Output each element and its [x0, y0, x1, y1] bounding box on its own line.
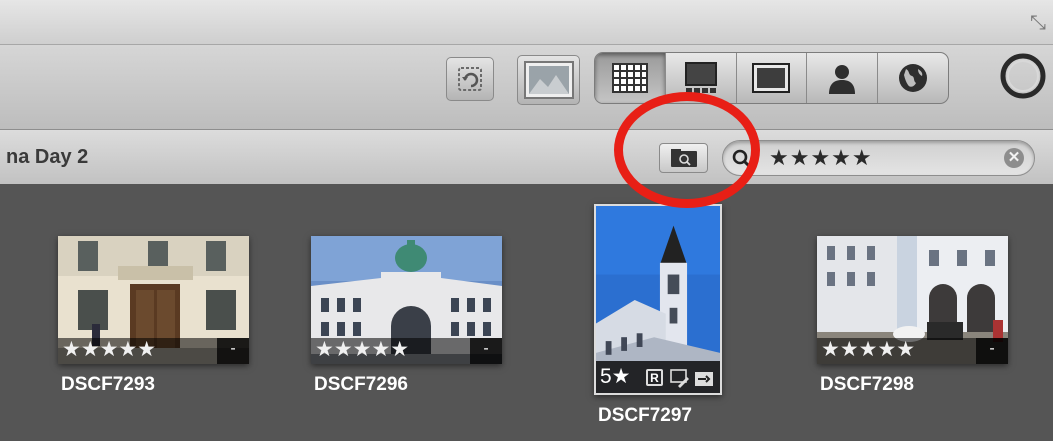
- photo-thumbnail-dscf7298[interactable]: ★★★★★ -: [817, 236, 1008, 364]
- photo-caption: DSCF7298: [820, 374, 914, 395]
- photo-thumbnail-dscf7293[interactable]: ★★★★★ -: [58, 236, 249, 364]
- single-viewer-icon: [752, 63, 791, 93]
- more-options-button[interactable]: -: [470, 338, 502, 364]
- person-silhouette-icon: [829, 65, 856, 94]
- split-view-button[interactable]: [664, 53, 736, 103]
- photo-caption: DSCF7293: [61, 374, 155, 395]
- split-view-icon: [684, 62, 717, 93]
- rotate-icon: [458, 67, 482, 91]
- photo-thumbnail-dscf7296[interactable]: ★★★★★ -: [311, 236, 502, 364]
- search-field[interactable]: ★★★★★ ✕: [722, 140, 1035, 176]
- title-bar: ⤡: [0, 0, 1053, 45]
- adjusted-badge-icon: [670, 369, 689, 388]
- filter-photos-button[interactable]: [659, 143, 708, 173]
- globe-icon: [899, 64, 928, 92]
- more-options-button[interactable]: -: [976, 338, 1008, 364]
- grid-view-button[interactable]: [595, 53, 665, 103]
- faces-button[interactable]: [806, 53, 877, 103]
- photo-caption: DSCF7297: [598, 405, 692, 426]
- star-rating[interactable]: ★★★★★: [821, 338, 915, 362]
- filter-magnifier-icon: [670, 149, 697, 167]
- viewer-button[interactable]: [735, 53, 807, 103]
- places-button[interactable]: [877, 53, 948, 103]
- grid-icon: [611, 63, 648, 93]
- view-mode-segmented-control: [594, 52, 949, 104]
- clear-search-icon[interactable]: ✕: [1004, 148, 1024, 168]
- landscape-photo-icon: [523, 61, 574, 99]
- more-options-button[interactable]: -: [217, 338, 249, 364]
- photo-caption: DSCF7296: [314, 374, 408, 395]
- star-rating[interactable]: ★★★★★: [62, 338, 156, 362]
- rotate-button[interactable]: [446, 57, 494, 101]
- raw-badge: R: [646, 369, 663, 386]
- fullscreen-resize-icon[interactable]: ⤡: [1027, 10, 1049, 36]
- album-title: na Day 2: [6, 146, 89, 168]
- edit-photo-button[interactable]: [517, 55, 580, 105]
- search-icon: [732, 149, 752, 169]
- search-query: ★★★★★: [769, 145, 873, 170]
- star-rating[interactable]: 5★: [600, 365, 631, 389]
- spotlight-ring-icon[interactable]: [997, 50, 1049, 102]
- photo-thumbnail-dscf7297[interactable]: 5★ R: [594, 204, 722, 395]
- star-rating[interactable]: ★★★★★: [315, 338, 409, 362]
- keyword-tag-icon: [695, 372, 713, 386]
